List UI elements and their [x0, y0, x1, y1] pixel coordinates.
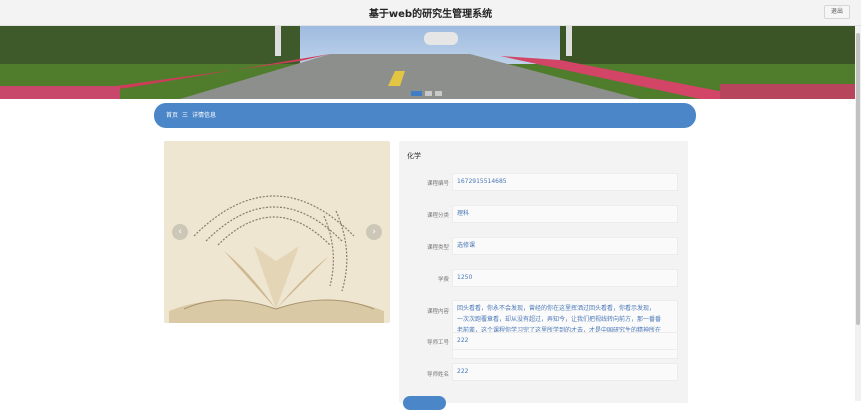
breadcrumb-current: 详情信息	[192, 112, 217, 119]
advisor-id-field[interactable]: 222	[452, 332, 678, 350]
banner-indicator-3[interactable]	[435, 91, 442, 96]
course-detail-panel: 化学 课程编号 1672915514685 课程分类 理科 课程类型 选修课 学…	[399, 141, 688, 410]
course-type-field[interactable]: 选修课	[452, 237, 678, 255]
tuition-label: 学费	[437, 277, 449, 283]
logout-button[interactable]: 退出	[824, 5, 850, 19]
banner-image	[0, 26, 855, 99]
banner-carousel[interactable]	[0, 26, 855, 99]
course-id-label: 课程编号	[426, 181, 449, 187]
breadcrumb-separator: 三	[182, 112, 189, 119]
course-content-field[interactable]: 回头看看，你永不会发现，曾经的你在这里挥洒过回头看看，你看示发现， 一次次跑覆章…	[452, 300, 678, 359]
banner-indicators	[411, 91, 442, 96]
gallery-prev-icon[interactable]: ‹	[172, 224, 188, 240]
course-category-label: 课程分类	[426, 213, 449, 219]
book-image	[164, 141, 390, 323]
banner-indicator-2[interactable]	[425, 91, 432, 96]
course-title: 化学	[407, 152, 421, 160]
tuition-field[interactable]: 1250	[452, 269, 678, 287]
site-title: 基于web的研究生管理系统	[368, 9, 493, 20]
action-button[interactable]	[403, 396, 446, 410]
course-content-line: 回头看看，你永不会发现，曾经的你在这里挥洒过回头看看，你看示发现，	[457, 305, 656, 312]
course-image-gallery[interactable]: ‹ ›	[164, 141, 390, 323]
advisor-name-label: 导师姓名	[426, 372, 449, 378]
banner-indicator-1[interactable]	[411, 91, 422, 96]
top-bar: 基于web的研究生管理系统 退出	[0, 0, 861, 26]
course-category-field[interactable]: 理科	[452, 205, 678, 223]
breadcrumb: 首页三详情信息	[154, 103, 696, 128]
breadcrumb-home[interactable]: 首页	[166, 112, 178, 119]
gallery-next-icon[interactable]: ›	[366, 224, 382, 240]
course-content-label: 课程内容	[426, 309, 449, 315]
scrollbar-thumb[interactable]	[856, 33, 860, 325]
course-type-label: 课程类型	[426, 245, 449, 251]
advisor-id-label: 导师工号	[426, 340, 449, 346]
page-scrollbar[interactable]	[855, 26, 861, 401]
gallery-indicator[interactable]	[108, 316, 119, 320]
advisor-name-field[interactable]: 222	[452, 363, 678, 381]
course-content-line: 一次次跑覆章看，却从没有超过，弄知今，让我们把视线转向前方，那一番番	[457, 316, 662, 323]
course-id-field[interactable]: 1672915514685	[452, 173, 678, 191]
